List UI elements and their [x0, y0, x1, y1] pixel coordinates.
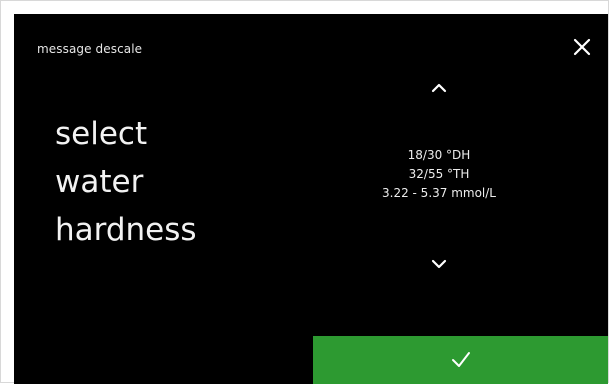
prompt-line: water	[55, 164, 144, 200]
chevron-up-icon	[431, 83, 447, 93]
page-title: message descale	[37, 42, 143, 56]
close-button[interactable]	[569, 34, 595, 60]
checkmark-icon	[452, 352, 470, 367]
scroll-up-button[interactable]	[421, 76, 457, 100]
device-frame: message descale select water hardness 18…	[0, 0, 609, 384]
scroll-down-button[interactable]	[421, 252, 457, 276]
confirm-button[interactable]	[313, 336, 608, 384]
prompt-line: hardness	[55, 212, 197, 248]
close-icon	[573, 38, 591, 56]
hardness-value-display: 18/30 °DH 32/55 °TH 3.22 - 5.37 mmol/L	[334, 146, 544, 203]
prompt-text: select water hardness	[55, 110, 197, 254]
hardness-value-th: 32/55 °TH	[408, 167, 470, 181]
hardness-value-dh: 18/30 °DH	[407, 148, 471, 162]
prompt-line: select	[55, 116, 148, 152]
chevron-down-icon	[431, 259, 447, 269]
hardness-value-mmol: 3.22 - 5.37 mmol/L	[382, 186, 496, 200]
screen: message descale select water hardness 18…	[14, 14, 608, 384]
